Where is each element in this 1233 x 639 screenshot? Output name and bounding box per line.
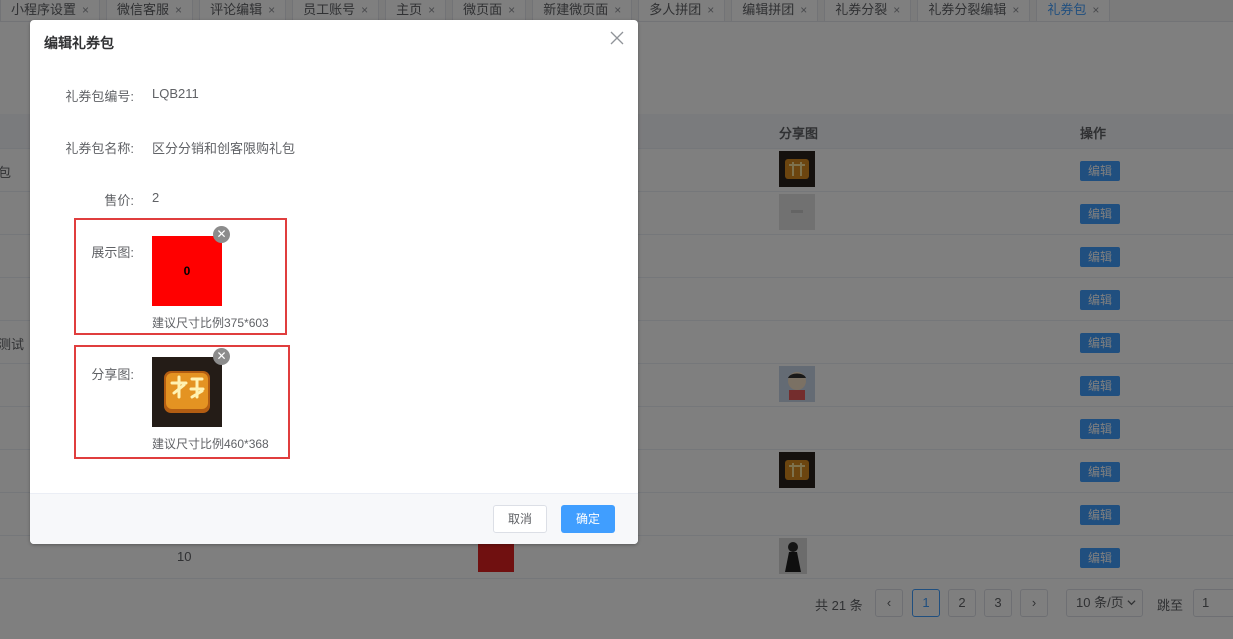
share-image-label: 分享图: (91, 367, 134, 382)
display-image[interactable]: 0 (152, 236, 222, 306)
dialog-footer: 取消 确定 (30, 493, 638, 544)
remove-share-image-icon[interactable]: ✕ (213, 348, 230, 365)
display-image-label: 展示图: (91, 245, 134, 260)
price-label: 售价: (104, 193, 134, 208)
confirm-button[interactable]: 确定 (561, 505, 615, 533)
name-value: 区分分销和创客限购礼包 (152, 141, 296, 156)
share-image[interactable] (152, 357, 222, 427)
display-image-hint: 建议尺寸比例375*603 (152, 316, 269, 330)
remove-display-image-icon[interactable]: ✕ (213, 226, 230, 243)
code-label: 礼券包编号: (65, 89, 134, 104)
coupon-logo-image (152, 357, 222, 427)
code-value: LQB211 (152, 86, 199, 101)
cancel-button[interactable]: 取消 (493, 505, 547, 533)
share-image-hint: 建议尺寸比例460*368 (152, 437, 269, 451)
edit-coupon-pack-dialog: 编辑礼券包 礼券包编号: LQB211 礼券包名称: 区分分销和创客限购礼包 售… (30, 20, 638, 544)
close-icon[interactable] (610, 31, 624, 45)
display-image-text: 0 (183, 264, 191, 278)
dialog-title: 编辑礼券包 (44, 35, 114, 51)
name-label: 礼券包名称: (65, 141, 134, 156)
price-value: 2 (152, 190, 160, 205)
